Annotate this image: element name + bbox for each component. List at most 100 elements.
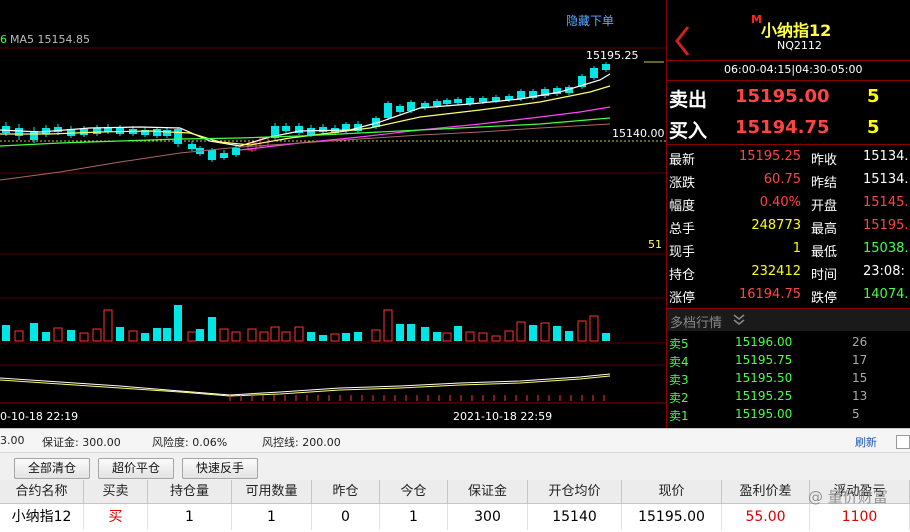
column-header[interactable]: 合约名称: [0, 480, 84, 504]
volume-bar: [396, 324, 404, 341]
candle-body: [232, 148, 240, 155]
contract-code: NQ2112: [777, 39, 822, 52]
volume-bar: [67, 330, 75, 341]
buy-price: 15194.75: [735, 117, 830, 138]
quote-stat-row: 总手 248773 最高 15195.: [669, 215, 910, 238]
volume-bar: [270, 326, 280, 342]
high-price-label: 15195.25: [586, 49, 639, 62]
depth-price: 15195.00: [735, 407, 793, 421]
hide-order-link[interactable]: 隐藏下单: [566, 12, 614, 29]
table-cell[interactable]: 1100: [810, 504, 910, 530]
table-cell[interactable]: 15140: [528, 504, 622, 530]
candle-body: [443, 100, 451, 104]
volume-bar: [187, 331, 197, 342]
table-cell[interactable]: 0: [312, 504, 380, 530]
table-cell[interactable]: 小纳指12: [0, 504, 84, 530]
volume-bar: [454, 326, 462, 341]
volume-bar: [53, 327, 63, 342]
table-cell[interactable]: 55.00: [722, 504, 810, 530]
column-header[interactable]: 开仓均价: [528, 480, 622, 504]
depth-price: 15195.25: [735, 389, 793, 403]
refresh-link[interactable]: 刷新: [855, 434, 877, 450]
volume-bar: [330, 333, 340, 342]
close-over-price-button[interactable]: 超价平仓: [98, 458, 174, 479]
stat-value: 16194.75: [738, 287, 801, 302]
stat-label: 开盘: [811, 199, 838, 214]
stat-value: 15134.: [863, 149, 909, 164]
depth-row: 卖5 15196.00 26: [667, 334, 910, 351]
stat-label: 时间: [811, 268, 838, 283]
depth-row: 卖3 15195.50 15: [667, 370, 910, 387]
volume-bar: [231, 331, 241, 342]
column-header[interactable]: 保证金: [448, 480, 528, 504]
table-cell[interactable]: 1: [380, 504, 448, 530]
stat-value: 248773: [751, 218, 801, 233]
column-header[interactable]: 持仓量: [148, 480, 232, 504]
depth-row: 卖2 15195.25 13: [667, 388, 910, 405]
stat-value: 14074.: [863, 287, 909, 302]
quote-stat-row: 持仓 232412 时间 23:08:: [669, 261, 910, 284]
buy-label: 买入: [669, 120, 708, 142]
volume-bar: [553, 326, 561, 341]
candle-body: [454, 99, 462, 103]
depth-label: 卖3: [669, 373, 689, 387]
volume-bar: [529, 325, 537, 341]
candle-body: [396, 106, 404, 112]
depth-label: 卖2: [669, 391, 689, 405]
volume-bar: [602, 333, 610, 341]
candle-body: [93, 128, 101, 134]
double-chevron-down-icon[interactable]: [733, 314, 745, 326]
panel-toggle-icon[interactable]: [896, 435, 910, 449]
volume-bar: [589, 315, 599, 342]
column-header[interactable]: 现价: [622, 480, 722, 504]
volume-bar: [354, 332, 362, 341]
volume-bar: [281, 331, 291, 342]
account-status-bar: 3.00 保证金: 300.00 风险度: 0.06% 风控线: 200.00 …: [0, 428, 910, 453]
table-cell[interactable]: 1: [148, 504, 232, 530]
candle-body: [466, 98, 474, 104]
table-cell[interactable]: 300: [448, 504, 528, 530]
column-header[interactable]: 今仓: [380, 480, 448, 504]
volume-bar: [491, 335, 501, 342]
close-all-button[interactable]: 全部清仓: [14, 458, 90, 479]
stat-value: 15145.: [863, 195, 909, 210]
depth-header[interactable]: 多档行情: [667, 309, 910, 331]
kline-chart[interactable]: 6 MA5 15154.85 隐藏下单 15195.25 15140.00 51…: [0, 0, 666, 428]
column-header[interactable]: 可用数量: [232, 480, 312, 504]
volume-bar: [421, 327, 429, 341]
column-header[interactable]: 买卖: [84, 480, 148, 504]
stat-value: 15134.: [863, 172, 909, 187]
depth-title: 多档行情: [670, 316, 723, 331]
candle-body: [2, 126, 10, 133]
candle-body: [602, 64, 610, 70]
chart-canvas[interactable]: [0, 0, 666, 428]
best-ask-row: 卖出 15195.00 5: [667, 82, 910, 112]
sell-label: 卖出: [669, 89, 708, 111]
column-header[interactable]: 昨仓: [312, 480, 380, 504]
candle-body: [153, 129, 161, 136]
back-arrow-icon[interactable]: [672, 24, 692, 58]
candle-body: [319, 127, 327, 132]
volume-bar: [196, 329, 204, 341]
candle-body: [15, 128, 23, 136]
volume-bar: [30, 323, 38, 341]
table-cell[interactable]: 买: [84, 504, 148, 530]
quote-panel: M 小纳指12 NQ2112 06:00-04:15|04:30-05:00 卖…: [666, 0, 910, 428]
table-cell[interactable]: 15195.00: [622, 504, 722, 530]
volume-scale-label: 51: [648, 238, 662, 251]
depth-qty: 5: [852, 407, 860, 421]
trading-session: 06:00-04:15|04:30-05:00: [724, 63, 863, 76]
volume-bar: [371, 329, 381, 342]
watermark: @ 量价财富: [808, 488, 888, 506]
table-cell[interactable]: 1: [232, 504, 312, 530]
volume-bar: [319, 335, 327, 341]
volume-bar: [465, 331, 475, 342]
candle-body: [433, 101, 441, 106]
depth-qty: 26: [852, 335, 868, 349]
quick-reverse-button[interactable]: 快速反手: [182, 458, 258, 479]
candles-group: [2, 62, 610, 162]
indicator-line-2: [0, 375, 611, 397]
stat-label: 幅度: [669, 199, 696, 214]
stat-label: 最高: [811, 222, 838, 237]
column-header[interactable]: 盈利价差: [722, 480, 810, 504]
